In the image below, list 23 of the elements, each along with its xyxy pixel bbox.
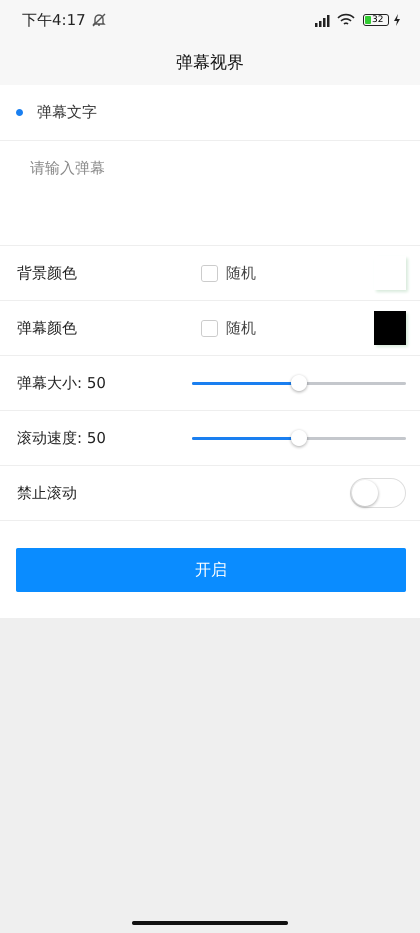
- toggle-switch[interactable]: [350, 478, 406, 508]
- row-label: 弹幕颜色: [17, 318, 78, 338]
- row-label: 滚动速度: 50: [17, 428, 107, 448]
- checkbox-label: 随机: [226, 264, 256, 282]
- bullet-dot: [16, 109, 23, 116]
- row-label: 背景颜色: [17, 264, 78, 282]
- wifi-icon: [337, 13, 355, 27]
- bell-muted-icon: [90, 12, 107, 28]
- checkbox-label: 随机: [226, 318, 256, 338]
- checkbox[interactable]: [201, 264, 218, 282]
- status-time: 下午4:17: [22, 10, 86, 30]
- row-label: 禁止滚动: [17, 484, 78, 502]
- charging-icon: [394, 14, 400, 26]
- start-button[interactable]: 开启: [16, 548, 406, 592]
- signal-icon: [314, 14, 332, 26]
- slider-thumb[interactable]: [291, 430, 307, 446]
- slider-thumb[interactable]: [291, 375, 307, 391]
- checkbox[interactable]: [201, 320, 218, 336]
- row-label: 弹幕大小: 50: [17, 374, 107, 392]
- color-swatch[interactable]: [374, 311, 406, 345]
- page-title: 弹幕视界: [176, 52, 244, 74]
- battery-icon: 32: [363, 14, 389, 26]
- section-label: 弹幕文字: [37, 103, 97, 122]
